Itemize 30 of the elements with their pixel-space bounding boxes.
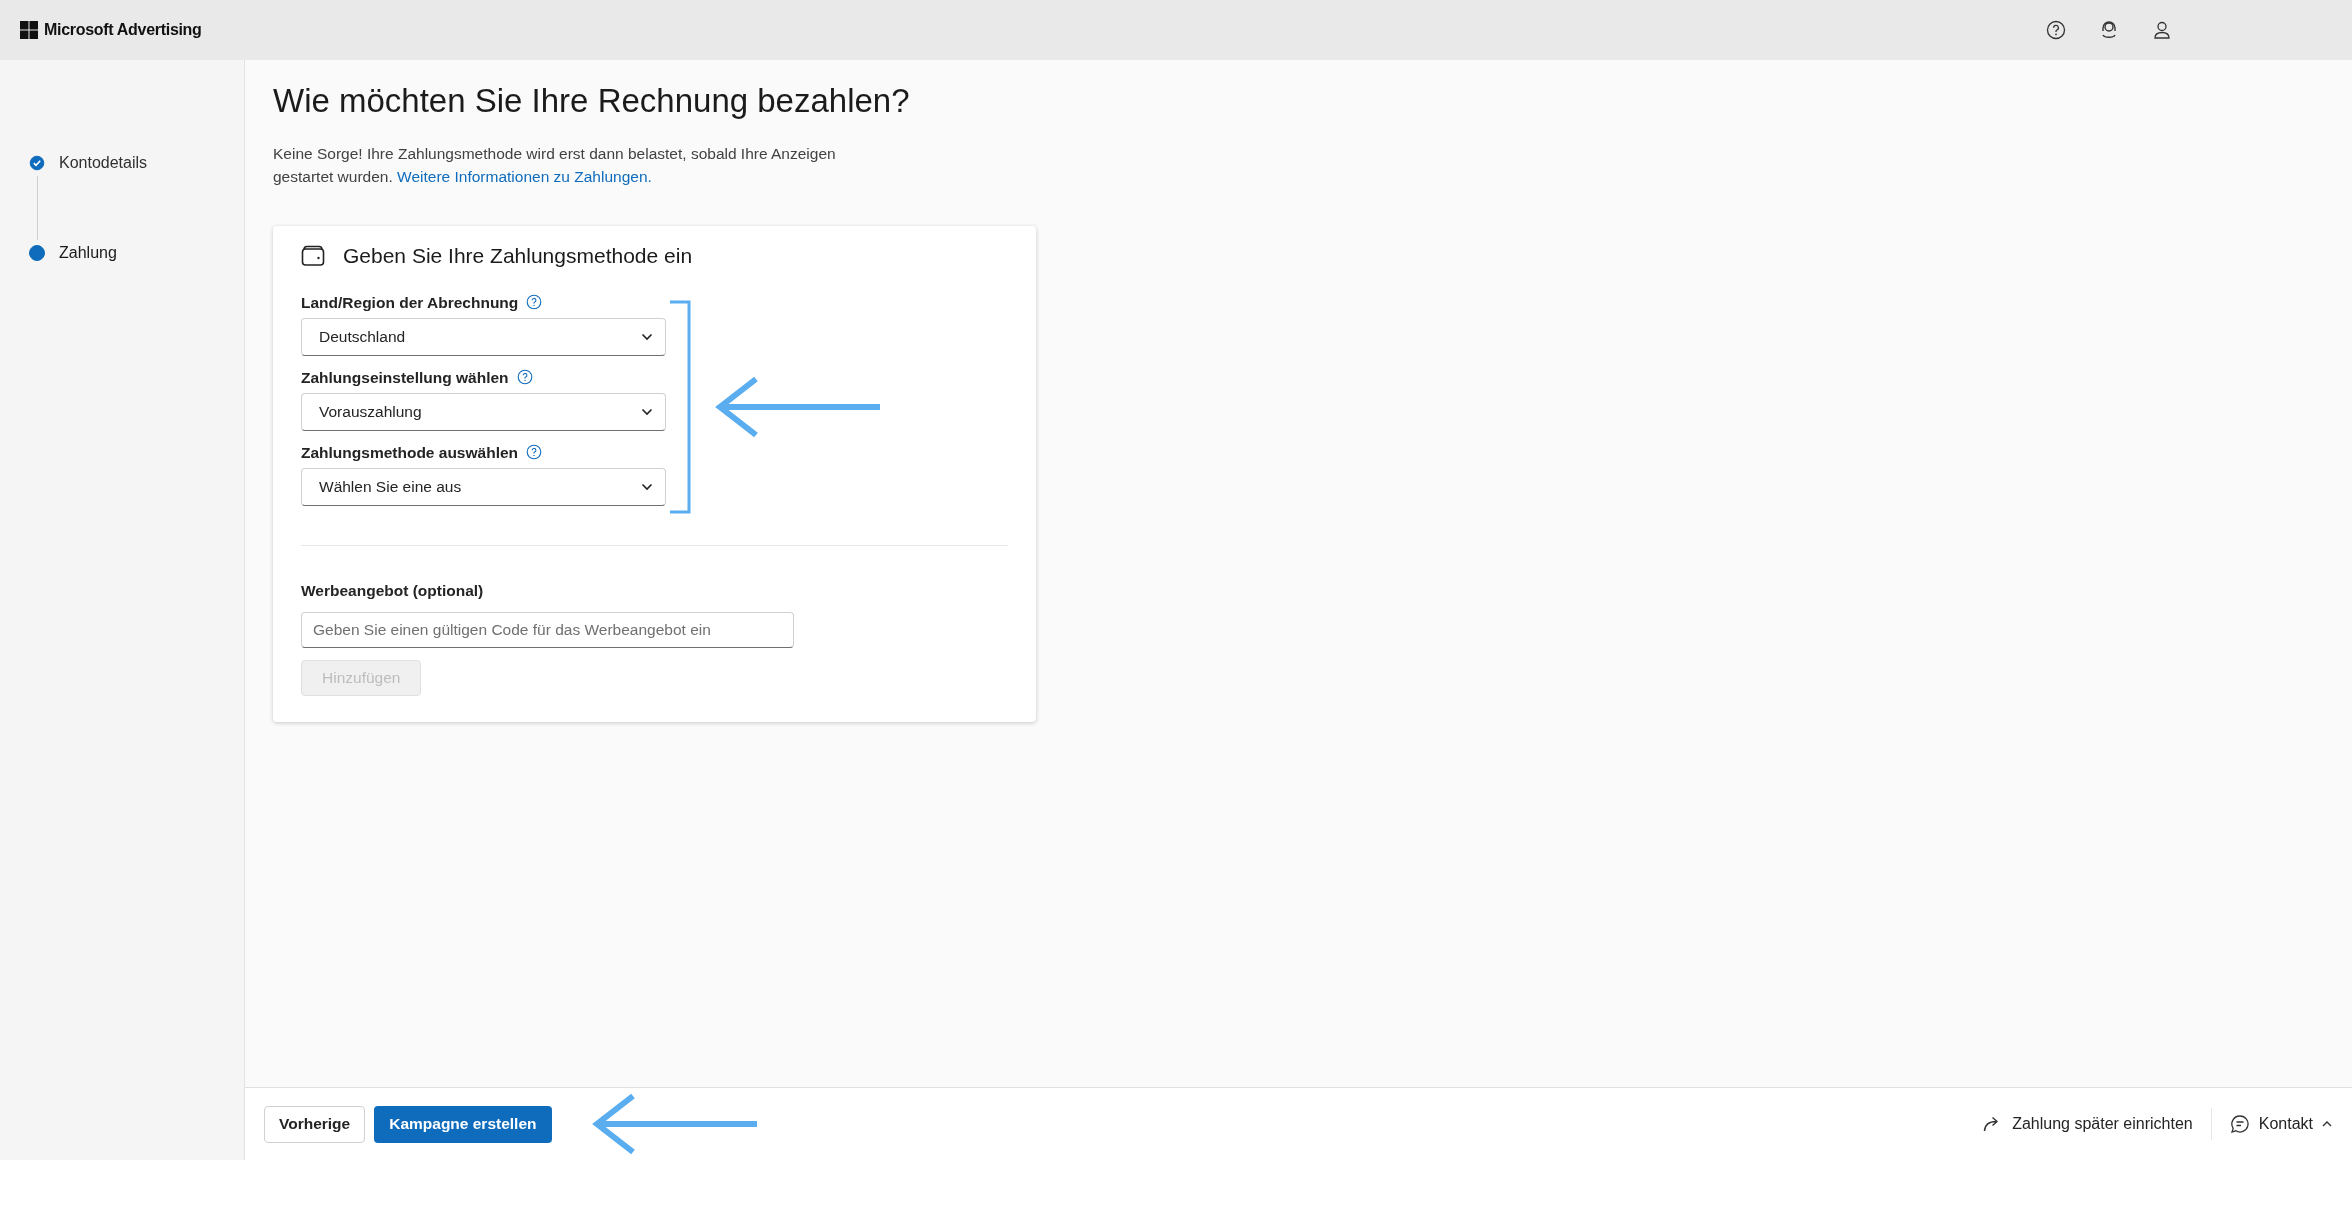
page-title: Wie möchten Sie Ihre Rechnung bezahlen? xyxy=(273,82,911,120)
card-title: Geben Sie Ihre Zahlungsmethode ein xyxy=(343,244,693,268)
info-link[interactable]: Weitere Informationen zu Zahlungen. xyxy=(397,168,652,185)
step-item[interactable]: Kontodetails xyxy=(29,154,148,172)
wallet-icon xyxy=(301,245,325,267)
contact-link[interactable]: Kontakt xyxy=(2229,1114,2332,1134)
intro-text: Keine Sorge! Ihre Zahlungsmethode wird erst dann belastet, sobald Ihre Anzeigen gestartet wurden. Weitere Informationen zu Zahlungen. xyxy=(273,144,837,187)
help-icon[interactable] xyxy=(526,294,543,310)
chevron-down-icon xyxy=(641,408,653,416)
field-label: Zahlungseinstellung wählen xyxy=(301,369,509,387)
step-item[interactable]: Zahlung xyxy=(29,244,117,262)
dropdown[interactable]: Wählen Sie eine aus xyxy=(301,468,666,506)
windows-logo-icon xyxy=(20,21,38,39)
setup-later-link[interactable]: Zahlung später einrichten xyxy=(1983,1115,2193,1133)
field-label: Zahlungsmethode auswählen xyxy=(301,444,519,462)
help-icon[interactable] xyxy=(2046,20,2066,40)
headset-person-icon[interactable] xyxy=(2099,19,2119,41)
chat-icon xyxy=(2229,1114,2250,1134)
brand-name: Microsoft Advertising xyxy=(44,21,202,39)
help-icon[interactable] xyxy=(516,369,533,385)
field-label: Land/Region der Abrechnung xyxy=(301,294,519,312)
chevron-down-icon xyxy=(641,483,653,491)
previous-button[interactable]: Vorherige xyxy=(264,1105,366,1143)
user-icon[interactable] xyxy=(2152,20,2172,40)
help-icon[interactable] xyxy=(526,444,543,460)
field-label: Werbeangebot (optional) xyxy=(301,582,485,600)
chevron-down-icon xyxy=(641,333,653,341)
create-campaign-button[interactable]: Kampagne erstellen xyxy=(374,1105,552,1143)
dropdown[interactable]: Deutschland xyxy=(301,318,666,356)
dropdown[interactable]: Vorauszahlung xyxy=(301,393,666,431)
